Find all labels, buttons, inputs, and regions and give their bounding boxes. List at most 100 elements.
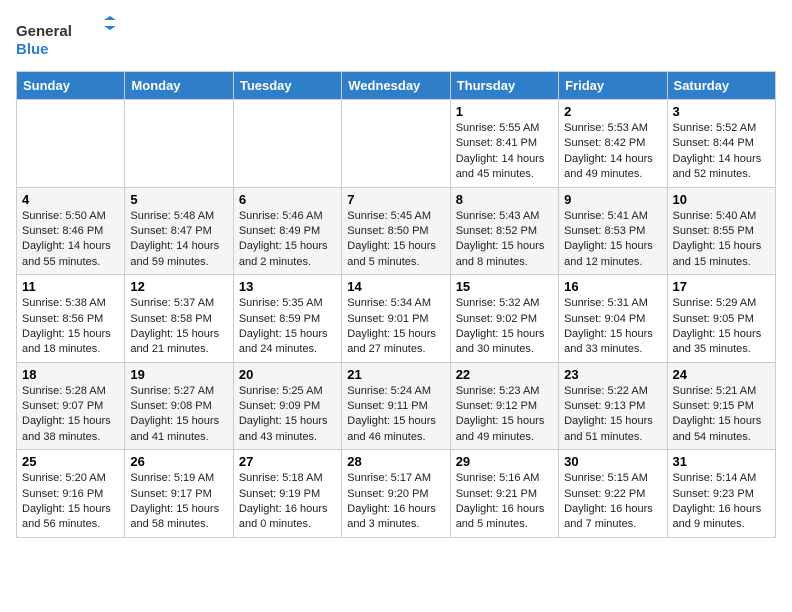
day-info: Sunrise: 5:50 AM Sunset: 8:46 PM Dayligh… (22, 209, 119, 271)
day-number: 13 (239, 279, 336, 294)
calendar-cell: 20 Sunrise: 5:25 AM Sunset: 9:09 PM Dayli… (233, 362, 341, 450)
day-number: 16 (564, 279, 661, 294)
day-number: 4 (22, 192, 119, 207)
day-number: 26 (130, 454, 227, 469)
day-number: 8 (456, 192, 553, 207)
day-number: 15 (456, 279, 553, 294)
calendar-cell: 5 Sunrise: 5:48 AM Sunset: 8:47 PM Daylig… (125, 187, 233, 275)
day-number: 27 (239, 454, 336, 469)
day-number: 22 (456, 367, 553, 382)
logo: General Blue (16, 16, 116, 61)
calendar-cell: 29 Sunrise: 5:16 AM Sunset: 9:21 PM Dayli… (450, 450, 558, 538)
day-info: Sunrise: 5:16 AM Sunset: 9:21 PM Dayligh… (456, 471, 553, 533)
calendar-cell: 12 Sunrise: 5:37 AM Sunset: 8:58 PM Dayli… (125, 275, 233, 363)
day-info: Sunrise: 5:35 AM Sunset: 8:59 PM Dayligh… (239, 296, 336, 358)
day-number: 12 (130, 279, 227, 294)
weekday-header: Friday (559, 72, 667, 100)
calendar-cell: 9 Sunrise: 5:41 AM Sunset: 8:53 PM Daylig… (559, 187, 667, 275)
calendar-cell: 22 Sunrise: 5:23 AM Sunset: 9:12 PM Dayli… (450, 362, 558, 450)
calendar-table: SundayMondayTuesdayWednesdayThursdayFrid… (16, 71, 776, 538)
day-number: 31 (673, 454, 770, 469)
day-number: 20 (239, 367, 336, 382)
weekday-header: Saturday (667, 72, 775, 100)
weekday-header: Sunday (17, 72, 125, 100)
day-info: Sunrise: 5:19 AM Sunset: 9:17 PM Dayligh… (130, 471, 227, 533)
day-info: Sunrise: 5:32 AM Sunset: 9:02 PM Dayligh… (456, 296, 553, 358)
calendar-cell: 10 Sunrise: 5:40 AM Sunset: 8:55 PM Dayli… (667, 187, 775, 275)
calendar-cell: 11 Sunrise: 5:38 AM Sunset: 8:56 PM Dayli… (17, 275, 125, 363)
day-info: Sunrise: 5:15 AM Sunset: 9:22 PM Dayligh… (564, 471, 661, 533)
page-header: General Blue (16, 16, 776, 61)
day-info: Sunrise: 5:37 AM Sunset: 8:58 PM Dayligh… (130, 296, 227, 358)
day-info: Sunrise: 5:52 AM Sunset: 8:44 PM Dayligh… (673, 121, 770, 183)
day-info: Sunrise: 5:31 AM Sunset: 9:04 PM Dayligh… (564, 296, 661, 358)
day-info: Sunrise: 5:21 AM Sunset: 9:15 PM Dayligh… (673, 384, 770, 446)
calendar-cell: 24 Sunrise: 5:21 AM Sunset: 9:15 PM Dayli… (667, 362, 775, 450)
day-info: Sunrise: 5:18 AM Sunset: 9:19 PM Dayligh… (239, 471, 336, 533)
day-info: Sunrise: 5:38 AM Sunset: 8:56 PM Dayligh… (22, 296, 119, 358)
day-info: Sunrise: 5:48 AM Sunset: 8:47 PM Dayligh… (130, 209, 227, 271)
day-number: 7 (347, 192, 444, 207)
day-number: 21 (347, 367, 444, 382)
day-info: Sunrise: 5:46 AM Sunset: 8:49 PM Dayligh… (239, 209, 336, 271)
calendar-cell (233, 100, 341, 188)
day-info: Sunrise: 5:55 AM Sunset: 8:41 PM Dayligh… (456, 121, 553, 183)
calendar-cell: 16 Sunrise: 5:31 AM Sunset: 9:04 PM Dayli… (559, 275, 667, 363)
calendar-cell: 28 Sunrise: 5:17 AM Sunset: 9:20 PM Dayli… (342, 450, 450, 538)
day-number: 28 (347, 454, 444, 469)
calendar-cell: 15 Sunrise: 5:32 AM Sunset: 9:02 PM Dayli… (450, 275, 558, 363)
calendar-cell: 30 Sunrise: 5:15 AM Sunset: 9:22 PM Dayli… (559, 450, 667, 538)
calendar-cell: 27 Sunrise: 5:18 AM Sunset: 9:19 PM Dayli… (233, 450, 341, 538)
day-info: Sunrise: 5:24 AM Sunset: 9:11 PM Dayligh… (347, 384, 444, 446)
calendar-cell: 23 Sunrise: 5:22 AM Sunset: 9:13 PM Dayli… (559, 362, 667, 450)
day-info: Sunrise: 5:20 AM Sunset: 9:16 PM Dayligh… (22, 471, 119, 533)
day-number: 11 (22, 279, 119, 294)
day-number: 30 (564, 454, 661, 469)
logo-svg: General Blue (16, 16, 116, 61)
day-number: 19 (130, 367, 227, 382)
calendar-cell: 6Sunrise: 5:46 AM Sunset: 8:49 PM Daylig… (233, 187, 341, 275)
calendar-cell: 19Sunrise: 5:27 AM Sunset: 9:08 PM Dayli… (125, 362, 233, 450)
day-info: Sunrise: 5:34 AM Sunset: 9:01 PM Dayligh… (347, 296, 444, 358)
day-info: Sunrise: 5:43 AM Sunset: 8:52 PM Dayligh… (456, 209, 553, 271)
calendar-cell: 26 Sunrise: 5:19 AM Sunset: 9:17 PM Dayli… (125, 450, 233, 538)
day-number: 29 (456, 454, 553, 469)
calendar-cell: 2Sunrise: 5:53 AM Sunset: 8:42 PM Daylig… (559, 100, 667, 188)
calendar-cell (342, 100, 450, 188)
day-info: Sunrise: 5:17 AM Sunset: 9:20 PM Dayligh… (347, 471, 444, 533)
day-info: Sunrise: 5:22 AM Sunset: 9:13 PM Dayligh… (564, 384, 661, 446)
calendar-cell: 18Sunrise: 5:28 AM Sunset: 9:07 PM Dayli… (17, 362, 125, 450)
calendar-cell: 14 Sunrise: 5:34 AM Sunset: 9:01 PM Dayli… (342, 275, 450, 363)
weekday-header: Monday (125, 72, 233, 100)
day-number: 14 (347, 279, 444, 294)
day-number: 23 (564, 367, 661, 382)
day-number: 5 (130, 192, 227, 207)
day-info: Sunrise: 5:14 AM Sunset: 9:23 PM Dayligh… (673, 471, 770, 533)
day-info: Sunrise: 5:40 AM Sunset: 8:55 PM Dayligh… (673, 209, 770, 271)
calendar-cell (125, 100, 233, 188)
calendar-cell: 4 Sunrise: 5:50 AM Sunset: 8:46 PM Daylig… (17, 187, 125, 275)
calendar-cell (17, 100, 125, 188)
day-info: Sunrise: 5:41 AM Sunset: 8:53 PM Dayligh… (564, 209, 661, 271)
day-info: Sunrise: 5:23 AM Sunset: 9:12 PM Dayligh… (456, 384, 553, 446)
calendar-cell: 21 Sunrise: 5:24 AM Sunset: 9:11 PM Dayli… (342, 362, 450, 450)
calendar-cell: 25 Sunrise: 5:20 AM Sunset: 9:16 PM Dayli… (17, 450, 125, 538)
calendar-cell: 8 Sunrise: 5:43 AM Sunset: 8:52 PM Daylig… (450, 187, 558, 275)
calendar-cell: 31 Sunrise: 5:14 AM Sunset: 9:23 PM Dayli… (667, 450, 775, 538)
day-number: 9 (564, 192, 661, 207)
day-info: Sunrise: 5:45 AM Sunset: 8:50 PM Dayligh… (347, 209, 444, 271)
day-number: 25 (22, 454, 119, 469)
day-number: 10 (673, 192, 770, 207)
weekday-header: Thursday (450, 72, 558, 100)
day-number: 3 (673, 104, 770, 119)
day-number: 24 (673, 367, 770, 382)
svg-text:Blue: Blue (16, 41, 49, 58)
weekday-header: Tuesday (233, 72, 341, 100)
calendar-cell: 1Sunrise: 5:55 AM Sunset: 8:41 PM Daylig… (450, 100, 558, 188)
weekday-header: Wednesday (342, 72, 450, 100)
day-info: Sunrise: 5:28 AM Sunset: 9:07 PM Dayligh… (22, 384, 119, 446)
day-info: Sunrise: 5:25 AM Sunset: 9:09 PM Dayligh… (239, 384, 336, 446)
svg-text:General: General (16, 23, 72, 40)
day-number: 17 (673, 279, 770, 294)
calendar-cell: 7 Sunrise: 5:45 AM Sunset: 8:50 PM Daylig… (342, 187, 450, 275)
